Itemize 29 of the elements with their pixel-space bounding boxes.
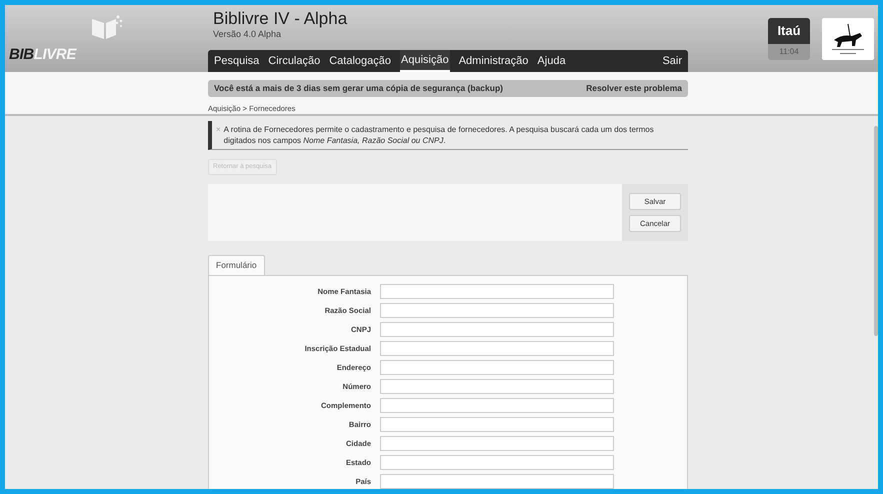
text-input-field[interactable] (380, 474, 614, 489)
logo-wordmark: BIBLIVRE (9, 47, 76, 62)
nav-link[interactable]: Ajuda (537, 50, 566, 72)
nav-link[interactable]: Aquisição (400, 50, 450, 72)
info-text: A rotina de Fornecedores permite o cadastramento e pesquisa de fornecedores. A pesquisa buscará cada um dos termos digitados nos campos Nome Fantasia, Razão Social ou CNPJ. (224, 124, 655, 146)
form-tab[interactable]: Formulário (208, 255, 265, 275)
text-input-field[interactable] (380, 379, 614, 394)
app-title: Biblivre IV - Alpha (212, 8, 348, 30)
text-input-field[interactable] (380, 360, 614, 375)
resolve-problem-link[interactable]: Resolver este problema (586, 82, 682, 95)
text-input-field[interactable] (380, 436, 614, 451)
backup-warning-text: Você está a mais de 3 dias sem gerar uma cópia de segurança (backup) (214, 82, 503, 95)
nav-link[interactable]: Administração (458, 50, 528, 72)
nav-link[interactable]: Catalogação (329, 50, 392, 72)
text-input-field[interactable] (380, 417, 614, 432)
sponsor-logo-drawing (822, 18, 874, 60)
app-version: Versão 4.0 Alpha (212, 29, 282, 40)
clock-time: 11:04 (768, 44, 810, 60)
clock-label: Itaú (768, 18, 810, 44)
book-icon (90, 13, 124, 41)
text-input-field[interactable] (380, 303, 614, 318)
logout-link[interactable]: Sair (662, 52, 682, 70)
text-input-field[interactable] (380, 455, 614, 470)
text-input-field[interactable] (380, 398, 614, 413)
text-input-field[interactable] (380, 322, 614, 337)
text-input-field[interactable] (380, 341, 614, 356)
nav-link[interactable]: Pesquisa (214, 50, 260, 72)
text-input-field[interactable] (380, 284, 614, 299)
nav-link[interactable]: Circulação (268, 50, 320, 72)
